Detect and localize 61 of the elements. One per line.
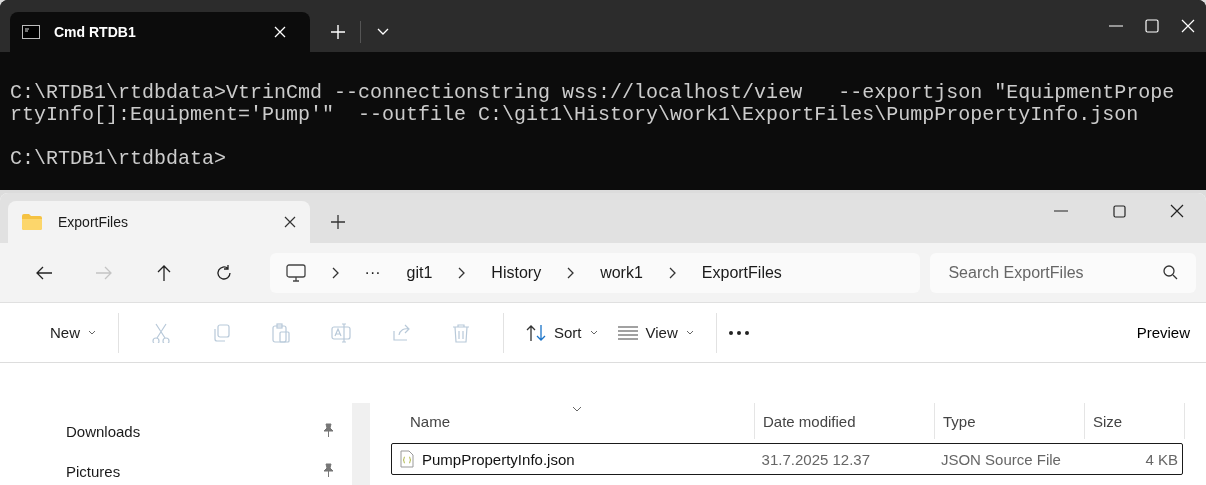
- close-icon: [1181, 19, 1195, 33]
- console-line: rtyInfo[]:Equipment='Pump'" --outfile C:\git1\History\work1\ExportFiles\PumpPropertyInfo.json: [10, 104, 1140, 126]
- file-row[interactable]: PumpPropertyInfo.json 31.7.2025 12.37 JSON Source File 4 KB: [391, 443, 1183, 475]
- address-bar[interactable]: ··· git1 History work1 ExportFiles: [269, 252, 921, 293]
- file-type: JSON Source File: [940, 450, 1061, 468]
- console-prompt: C:\RTDB1\rtdbdata>: [10, 148, 228, 170]
- sidebar-item[interactable]: Downloads: [66, 422, 141, 440]
- trash-icon: [451, 322, 471, 343]
- close-icon: [274, 26, 286, 38]
- copy-icon: [211, 322, 231, 343]
- scissors-icon: [151, 322, 171, 343]
- chevron-right-icon: [668, 266, 676, 279]
- json-file-icon: [400, 450, 414, 468]
- column-header[interactable]: Size: [1085, 403, 1185, 439]
- sort-button[interactable]: Sort: [516, 312, 608, 353]
- pin-icon: [322, 462, 334, 477]
- breadcrumb-item[interactable]: History: [491, 263, 542, 282]
- chevron-down-icon: [377, 28, 389, 36]
- close-tab-button[interactable]: [284, 216, 296, 228]
- close-icon: [1170, 204, 1184, 218]
- plus-icon: [331, 215, 345, 229]
- more-icon: [728, 330, 749, 335]
- plus-icon: [331, 25, 345, 39]
- file-name: PumpPropertyInfo.json: [422, 450, 575, 468]
- breadcrumb-item[interactable]: git1: [406, 263, 433, 282]
- caret-icon: [88, 330, 96, 335]
- terminal-icon: [22, 25, 40, 39]
- minimize-icon: [1109, 25, 1123, 27]
- list-lines-icon: [617, 325, 638, 340]
- sort-arrows-icon: [526, 323, 546, 342]
- breadcrumb-overflow[interactable]: ···: [364, 263, 381, 282]
- column-header[interactable]: Type: [935, 403, 1085, 439]
- share-icon: [391, 322, 411, 343]
- clipboard-icon: [271, 322, 291, 343]
- view-button[interactable]: View: [607, 312, 704, 353]
- date-modified: 31.7.2025 12.37: [761, 450, 871, 468]
- pin-icon: [322, 422, 334, 437]
- chevron-right-icon: [458, 266, 466, 279]
- chevron-right-icon: [331, 266, 339, 279]
- caret-icon: [685, 330, 694, 335]
- search-field[interactable]: Search ExportFiles: [930, 252, 1196, 293]
- folder-icon: [22, 214, 42, 230]
- preview-button[interactable]: Preview: [1130, 312, 1196, 353]
- minimize-icon: [1054, 210, 1068, 212]
- breadcrumb-item[interactable]: work1: [600, 263, 643, 282]
- column-header[interactable]: Date modified: [755, 403, 935, 439]
- new-button[interactable]: New: [40, 312, 106, 353]
- chevron-right-icon: [567, 266, 575, 279]
- column-header[interactable]: Name: [391, 403, 755, 439]
- computer-icon: [285, 262, 306, 283]
- caret-icon: [589, 330, 598, 335]
- breadcrumb-item[interactable]: ExportFiles: [701, 263, 782, 282]
- maximize-icon: [1112, 204, 1126, 218]
- search-icon: [1163, 265, 1178, 280]
- console-line: C:\RTDB1\rtdbdata>VtrinCmd --connectionstring wss://localhost/view --exportjson "EquipmentPrope: [10, 82, 1176, 104]
- sidebar-item[interactable]: Pictures: [66, 462, 121, 480]
- rename-icon: [331, 322, 351, 343]
- maximize-icon: [1145, 19, 1159, 33]
- file-size: 4 KB: [1145, 450, 1178, 468]
- sort-caret-icon: [572, 406, 582, 412]
- close-icon: [284, 216, 296, 228]
